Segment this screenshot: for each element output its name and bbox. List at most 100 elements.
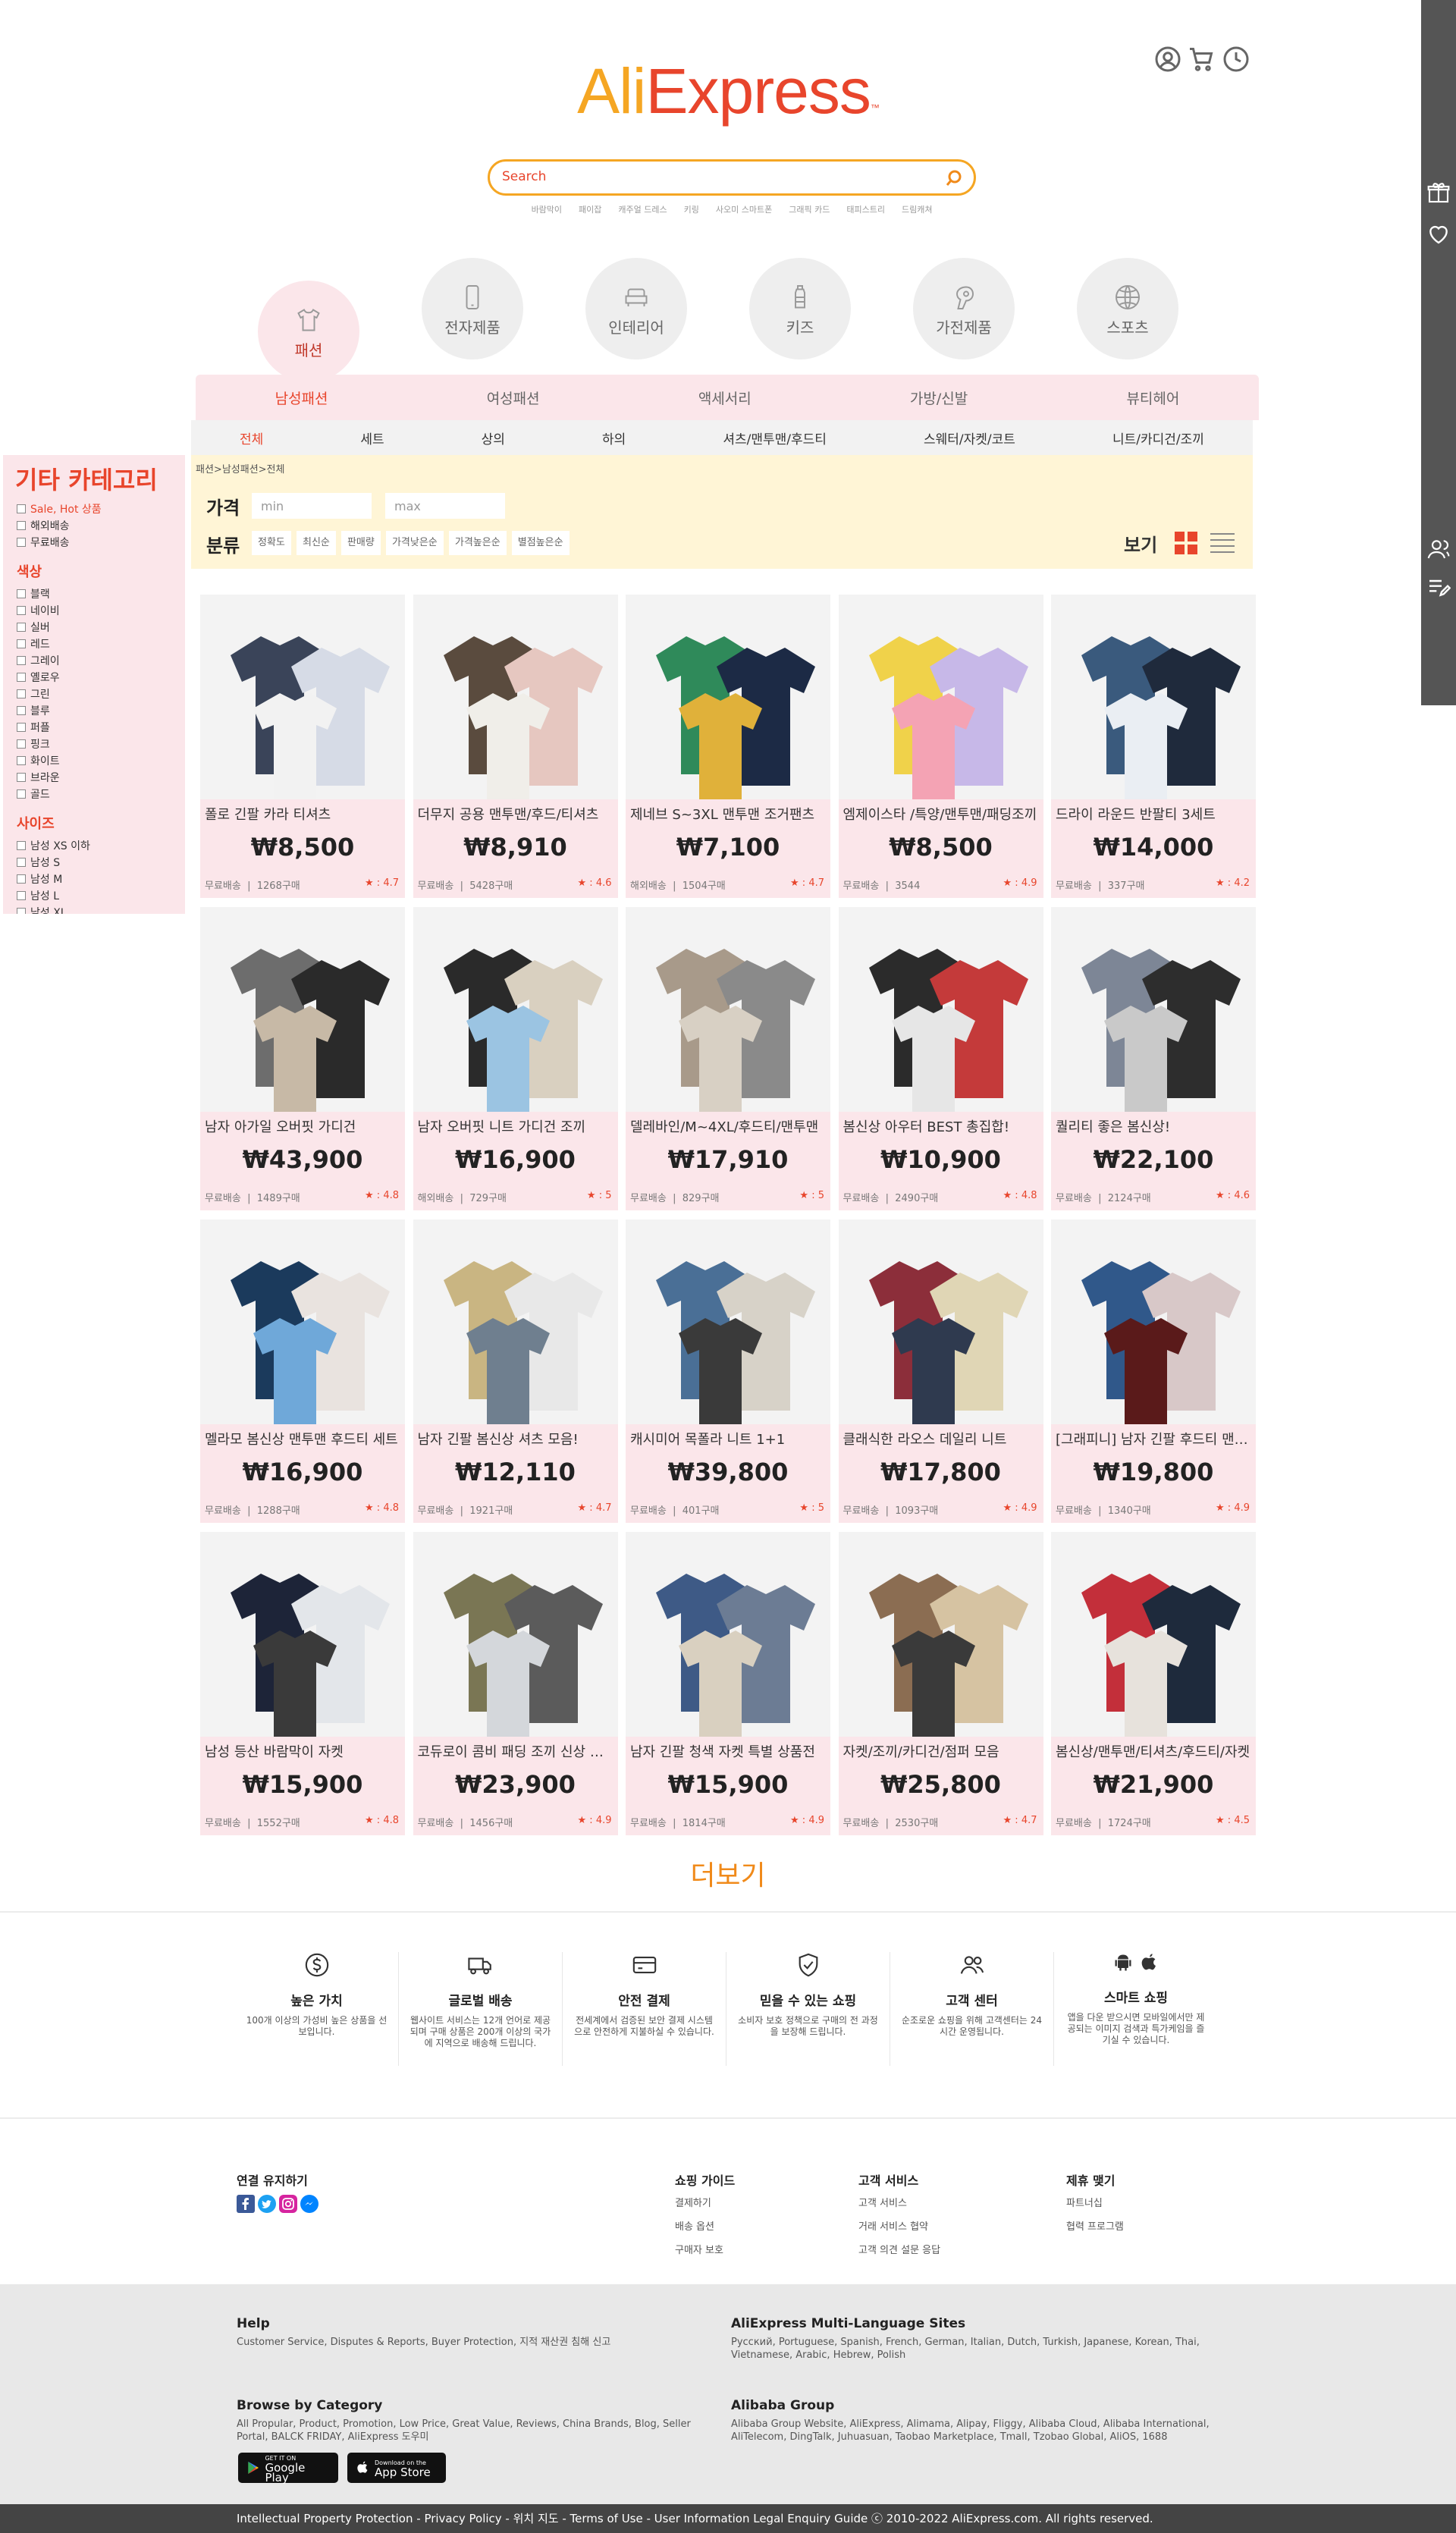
product-card[interactable]: 남자 긴팔 봄신상 셔츠 모음! ₩12,110 무료배송 | 1921구매 ★ : … — [413, 1219, 618, 1523]
tab-shirts[interactable]: 셔츠/맨투맨/후드티 — [723, 428, 827, 447]
color-checkbox[interactable]: 화이트 — [17, 752, 185, 769]
messenger-icon[interactable] — [300, 2195, 318, 2213]
color-checkbox[interactable]: 그린 — [17, 686, 185, 702]
search-chip[interactable]: 바람막이 — [532, 203, 562, 215]
category-interior[interactable]: 인테리어 — [585, 258, 687, 359]
color-checkbox[interactable]: 레드 — [17, 636, 185, 652]
product-card[interactable]: 델레바인/M~4XL/후드티/맨투맨 ₩17,910 무료배송 | 829구매 ★ :… — [626, 907, 830, 1210]
product-title[interactable]: 남성 등산 바람막이 자켓 — [205, 1741, 400, 1761]
search-icon[interactable] — [945, 169, 963, 187]
size-checkbox[interactable]: 남성 M — [17, 871, 185, 887]
product-image[interactable] — [838, 1532, 1043, 1737]
tab-men-fashion[interactable]: 남성패션 — [275, 388, 328, 408]
product-image[interactable] — [200, 1219, 405, 1424]
sort-accuracy[interactable]: 정확도 — [252, 531, 291, 555]
grid-view-icon[interactable] — [1174, 531, 1198, 555]
size-checkbox[interactable]: 남성 S — [17, 854, 185, 871]
tab-bottoms[interactable]: 하의 — [602, 428, 626, 447]
product-title[interactable]: 제네브 S~3XL 맨투맨 조거팬츠 — [630, 804, 826, 824]
color-checkbox[interactable]: 실버 — [17, 619, 185, 636]
product-image[interactable] — [1051, 1532, 1256, 1737]
partner-link[interactable]: 파트너십 — [1066, 2195, 1124, 2209]
product-title[interactable]: 코듀로이 콤비 패딩 조끼 신상 점퍼 — [418, 1741, 613, 1761]
product-title[interactable]: 캐시미어 목폴라 니트 1+1 — [630, 1429, 826, 1449]
twitter-icon[interactable] — [258, 2195, 276, 2213]
tab-knit[interactable]: 니트/카디건/조끼 — [1112, 428, 1204, 447]
product-title[interactable]: 자켓/조끼/카디건/점퍼 모음 — [843, 1741, 1039, 1761]
load-more-button[interactable]: 더보기 — [0, 1853, 1456, 1893]
search-chip[interactable]: 그래픽 카드 — [789, 203, 830, 215]
product-title[interactable]: 클래식한 라오스 데일리 니트 — [843, 1429, 1039, 1449]
size-checkbox[interactable]: 남성 XL — [17, 904, 185, 914]
product-card[interactable]: 봄신상 아우터 BEST 총집합! ₩10,900 무료배송 | 2490구매 ★ :… — [838, 907, 1043, 1210]
product-image[interactable] — [200, 907, 405, 1112]
product-image[interactable] — [626, 1532, 830, 1737]
size-checkbox[interactable]: 남성 XS 이하 — [17, 837, 185, 854]
search-chip[interactable]: 태피스트리 — [846, 203, 885, 215]
product-image[interactable] — [413, 1219, 618, 1424]
product-title[interactable]: 퀄리티 좋은 봄신상! — [1056, 1116, 1251, 1136]
product-card[interactable]: 더무지 공용 맨투맨/후드/티셔츠 ₩8,910 무료배송 | 5428구매 ★ : … — [413, 595, 618, 898]
product-title[interactable]: 남자 긴팔 봄신상 셔츠 모음! — [418, 1429, 613, 1449]
product-card[interactable]: 자켓/조끼/카디건/점퍼 모음 ₩25,800 무료배송 | 2530구매 ★ : 4… — [838, 1532, 1043, 1835]
color-checkbox[interactable]: 네이비 — [17, 602, 185, 619]
product-title[interactable]: 엠제이스타 /특양/맨투맨/패딩조끼 — [843, 804, 1039, 824]
category-kids[interactable]: 키즈 — [749, 258, 851, 359]
tab-outerwear[interactable]: 스웨터/자켓/코트 — [924, 428, 1015, 447]
color-checkbox[interactable]: 그레이 — [17, 652, 185, 669]
color-checkbox[interactable]: 핑크 — [17, 736, 185, 752]
partner-link[interactable]: 협력 프로그램 — [1066, 2218, 1124, 2233]
product-card[interactable]: 멜라모 봄신상 맨투맨 후드티 세트 ₩16,900 무료배송 | 1288구매 ★ … — [200, 1219, 405, 1523]
history-clock-icon[interactable] — [1222, 46, 1250, 73]
product-card[interactable]: 폴로 긴팔 카라 티셔츠 ₩8,500 무료배송 | 1268구매 ★ : 4.7 — [200, 595, 405, 898]
account-icon[interactable] — [1154, 46, 1181, 73]
search-chip[interactable]: 패이잡 — [579, 203, 601, 215]
cs-link[interactable]: 거래 서비스 협약 — [858, 2218, 940, 2233]
product-title[interactable]: [그래피니] 남자 긴팔 후드티 맨투맨 — [1056, 1429, 1251, 1449]
product-image[interactable] — [626, 595, 830, 799]
product-title[interactable]: 남자 긴팔 청색 자켓 특별 상품전 — [630, 1741, 826, 1761]
product-card[interactable]: [그래피니] 남자 긴팔 후드티 맨투맨 ₩19,800 무료배송 | 1340구매… — [1051, 1219, 1256, 1523]
product-card[interactable]: 남자 오버핏 니트 가디건 조끼 ₩16,900 해외배송 | 729구매 ★ : 5 — [413, 907, 618, 1210]
product-title[interactable]: 드라이 라운드 반팔티 3세트 — [1056, 804, 1251, 824]
product-image[interactable] — [626, 1219, 830, 1424]
product-title[interactable]: 더무지 공용 맨투맨/후드/티셔츠 — [418, 804, 613, 824]
search-chip[interactable]: 사오미 스마트폰 — [716, 203, 772, 215]
product-image[interactable] — [1051, 907, 1256, 1112]
product-image[interactable] — [1051, 1219, 1256, 1424]
product-title[interactable]: 봄신상 아우터 BEST 총집합! — [843, 1116, 1039, 1136]
product-image[interactable] — [200, 595, 405, 799]
heart-icon[interactable] — [1426, 221, 1451, 246]
tab-beauty-hair[interactable]: 뷰티헤어 — [1126, 388, 1179, 408]
search-chip[interactable]: 드림캐쳐 — [902, 203, 932, 215]
tab-tops[interactable]: 상의 — [482, 428, 505, 447]
product-title[interactable]: 폴로 긴팔 카라 티셔츠 — [205, 804, 400, 824]
edit-list-icon[interactable] — [1426, 575, 1451, 599]
gift-icon[interactable] — [1426, 180, 1451, 205]
product-card[interactable]: 퀄리티 좋은 봄신상! ₩22,100 무료배송 | 2124구매 ★ : 4.6 — [1051, 907, 1256, 1210]
category-fashion[interactable]: 패션 — [258, 281, 359, 382]
product-card[interactable]: 엠제이스타 /특양/맨투맨/패딩조끼 ₩8,500 무료배송 | 3544 ★ : 4… — [838, 595, 1043, 898]
tab-women-fashion[interactable]: 여성패션 — [487, 388, 540, 408]
size-checkbox[interactable]: 남성 L — [17, 887, 185, 904]
product-title[interactable]: 멜라모 봄신상 맨투맨 후드티 세트 — [205, 1429, 400, 1449]
color-checkbox[interactable]: 블루 — [17, 702, 185, 719]
cs-link[interactable]: 고객 서비스 — [858, 2195, 940, 2209]
cart-icon[interactable] — [1188, 46, 1215, 73]
filter-free-shipping-checkbox[interactable]: 무료배송 — [17, 534, 185, 551]
tab-bags-shoes[interactable]: 가방/신발 — [910, 388, 968, 408]
product-image[interactable] — [413, 595, 618, 799]
google-play-button[interactable]: GET IT ON Google Play — [238, 2453, 338, 2483]
search-chip[interactable]: 캐주얼 드레스 — [618, 203, 667, 215]
guide-link[interactable]: 결제하기 — [675, 2195, 735, 2209]
product-card[interactable]: 제네브 S~3XL 맨투맨 조거팬츠 ₩7,100 해외배송 | 1504구매 ★ :… — [626, 595, 830, 898]
tab-set[interactable]: 세트 — [360, 428, 384, 447]
category-sports[interactable]: 스포츠 — [1077, 258, 1178, 359]
color-checkbox[interactable]: 골드 — [17, 786, 185, 802]
guide-link[interactable]: 구매자 보호 — [675, 2242, 735, 2256]
sort-newest[interactable]: 최신순 — [296, 531, 336, 555]
product-title[interactable]: 남자 아가일 오버핏 가디건 — [205, 1116, 400, 1136]
product-title[interactable]: 봄신상/맨투맨/티셔츠/후드티/자켓 — [1056, 1741, 1251, 1761]
filter-sale-checkbox[interactable]: Sale, Hot 상품 — [17, 501, 185, 517]
product-card[interactable]: 클래식한 라오스 데일리 니트 ₩17,800 무료배송 | 1093구매 ★ : 4… — [838, 1219, 1043, 1523]
